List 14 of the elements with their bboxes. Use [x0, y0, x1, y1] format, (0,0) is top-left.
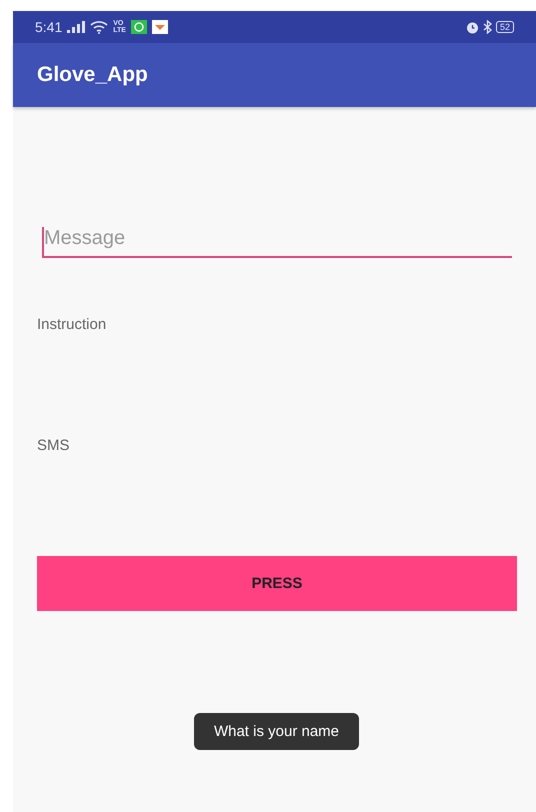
- chat-app-icon: [130, 20, 147, 34]
- toast-message: What is your name: [194, 713, 360, 750]
- text-label: Instruction: [37, 316, 108, 333]
- press-button[interactable]: PRESS: [37, 556, 517, 611]
- text-label: SMS: [37, 437, 71, 454]
- app-title: Glove_App: [37, 63, 148, 87]
- bluetooth-icon: [482, 20, 492, 34]
- alarm-icon: [466, 20, 479, 34]
- message-field[interactable]: Message: [42, 227, 512, 258]
- signal-icon: [67, 21, 86, 33]
- wifi-icon: [90, 20, 108, 34]
- status-time: 5:41: [35, 19, 62, 35]
- battery-indicator: 52: [496, 21, 514, 33]
- heart-app-icon: [152, 20, 168, 34]
